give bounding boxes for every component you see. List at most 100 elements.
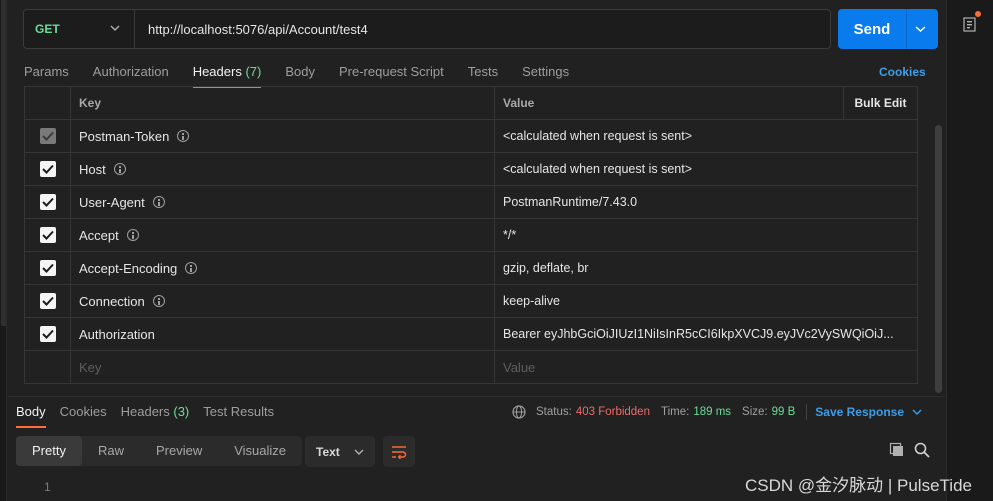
cookies-link[interactable]: Cookies <box>879 65 926 79</box>
header-value: PostmanRuntime/7.43.0 <box>503 195 638 209</box>
column-value: Value <box>503 96 535 110</box>
checkbox[interactable] <box>39 128 56 144</box>
response-tabs: Body Cookies Headers (3) Test Results <box>16 404 288 428</box>
size-label: Size: <box>742 406 768 418</box>
notification-dot <box>975 11 981 17</box>
tab-body[interactable]: Body <box>285 62 315 88</box>
tab-response-headers[interactable]: Headers (3) <box>121 404 190 428</box>
line-number: 1 <box>44 480 51 494</box>
status-label: Status: <box>536 406 572 418</box>
checkmark-icon <box>41 296 54 306</box>
copy-icon[interactable] <box>889 442 905 458</box>
headers-table: Key Value Bulk Edit Postman-Token <calcu… <box>24 86 918 384</box>
checkmark-icon <box>41 329 54 339</box>
save-response-button[interactable]: Save Response <box>815 405 922 419</box>
tab-settings[interactable]: Settings <box>522 62 569 88</box>
context-bar-icon[interactable] <box>963 15 979 33</box>
tab-raw[interactable]: Raw <box>82 436 140 466</box>
watermark: CSDN @金汐脉动 | PulseTide <box>745 476 972 495</box>
info-icon[interactable] <box>152 196 165 208</box>
response-status-line: Status: 403 Forbidden Time: 189 ms Size:… <box>512 404 922 420</box>
checkmark-icon <box>41 131 54 141</box>
tab-preview[interactable]: Preview <box>140 436 218 466</box>
table-header-row: Key Value Bulk Edit <box>25 86 918 120</box>
chevron-down-icon <box>354 449 364 455</box>
new-value-input[interactable]: Value <box>503 360 535 375</box>
checkmark-icon <box>41 230 54 240</box>
header-value: gzip, deflate, br <box>503 261 589 275</box>
new-key-input[interactable]: Key <box>79 360 101 375</box>
time-label: Time: <box>660 406 690 418</box>
pane-divider[interactable] <box>8 396 945 397</box>
header-key: Accept-Encoding <box>79 260 178 276</box>
time-value[interactable]: 189 ms <box>693 406 731 418</box>
checkmark-icon <box>41 263 54 273</box>
header-key: Connection <box>79 293 145 309</box>
right-sidebar <box>946 0 993 501</box>
headers-count: (7) <box>245 64 262 79</box>
table-row: Accept-Encoding gzip, deflate, br <box>25 252 918 285</box>
response-headers-count: (3) <box>173 404 190 419</box>
tab-pretty[interactable]: Pretty <box>16 436 82 466</box>
left-scroll-thumb[interactable] <box>1 0 6 326</box>
checkbox[interactable] <box>39 326 56 342</box>
globe-icon[interactable] <box>512 405 526 419</box>
status-value[interactable]: 403 Forbidden <box>576 406 650 418</box>
chevron-down-icon <box>110 25 120 31</box>
bulk-edit-button[interactable]: Bulk Edit <box>843 87 917 119</box>
status-separator <box>806 404 808 420</box>
table-row: Authorization Bearer eyJhbGciOiJIUzI1NiI… <box>25 318 918 351</box>
tab-response-cookies[interactable]: Cookies <box>60 404 107 428</box>
header-key: User-Agent <box>79 194 145 210</box>
header-key: Authorization <box>79 326 155 342</box>
header-value: <calculated when request is sent> <box>503 162 693 176</box>
checkbox[interactable] <box>39 293 56 309</box>
checkbox[interactable] <box>39 227 56 243</box>
send-divider <box>906 9 907 49</box>
view-mode-tabs: Pretty Raw Preview Visualize <box>16 436 303 466</box>
chevron-down-icon[interactable] <box>915 24 926 34</box>
search-icon[interactable] <box>914 442 930 458</box>
column-key: Key <box>71 87 495 119</box>
method-label: GET <box>35 22 60 36</box>
checkbox[interactable] <box>39 260 56 276</box>
header-value: <calculated when request is sent> <box>503 129 693 143</box>
method-select[interactable]: GET <box>24 10 135 48</box>
header-value: */* <box>503 228 517 242</box>
tab-test-results[interactable]: Test Results <box>203 404 274 428</box>
table-row: User-Agent PostmanRuntime/7.43.0 <box>25 186 918 219</box>
tab-params[interactable]: Params <box>24 62 69 88</box>
tab-headers[interactable]: Headers (7) <box>192 62 262 88</box>
header-value: Bearer eyJhbGciOiJIUzI1NiIsInR5cCI6IkpXV… <box>503 327 894 341</box>
header-value: keep-alive <box>503 294 560 308</box>
tab-authorization[interactable]: Authorization <box>93 62 169 88</box>
wrap-lines-button[interactable] <box>383 436 415 467</box>
table-scrollbar[interactable] <box>935 125 942 393</box>
tab-visualize[interactable]: Visualize <box>218 436 302 466</box>
checkmark-icon <box>41 197 54 207</box>
wrap-lines-icon <box>392 445 407 459</box>
header-key: Accept <box>79 227 119 243</box>
info-icon[interactable] <box>185 262 198 274</box>
format-select[interactable]: Text <box>305 436 375 467</box>
info-icon[interactable] <box>177 130 190 142</box>
table-row: Host <calculated when request is sent> <box>25 153 918 186</box>
size-value[interactable]: 99 B <box>772 406 796 418</box>
table-row: Postman-Token <calculated when request i… <box>25 120 918 153</box>
header-key: Host <box>79 161 106 177</box>
info-icon[interactable] <box>126 229 139 241</box>
checkbox[interactable] <box>39 194 56 210</box>
send-button[interactable]: Send <box>838 9 938 49</box>
checkmark-icon <box>41 164 54 174</box>
checkbox[interactable] <box>39 161 56 177</box>
header-key: Postman-Token <box>79 128 170 144</box>
info-icon[interactable] <box>152 295 165 307</box>
send-label: Send <box>853 20 891 38</box>
tab-tests[interactable]: Tests <box>468 62 498 88</box>
tab-response-body[interactable]: Body <box>16 404 46 428</box>
tab-pre-request-script[interactable]: Pre-request Script <box>339 62 444 88</box>
request-tabs: Params Authorization Headers (7) Body Pr… <box>24 62 593 88</box>
info-icon[interactable] <box>113 163 126 175</box>
url-bar: GET http://localhost:5076/api/Account/te… <box>23 9 831 49</box>
url-input[interactable]: http://localhost:5076/api/Account/test4 <box>135 22 368 37</box>
